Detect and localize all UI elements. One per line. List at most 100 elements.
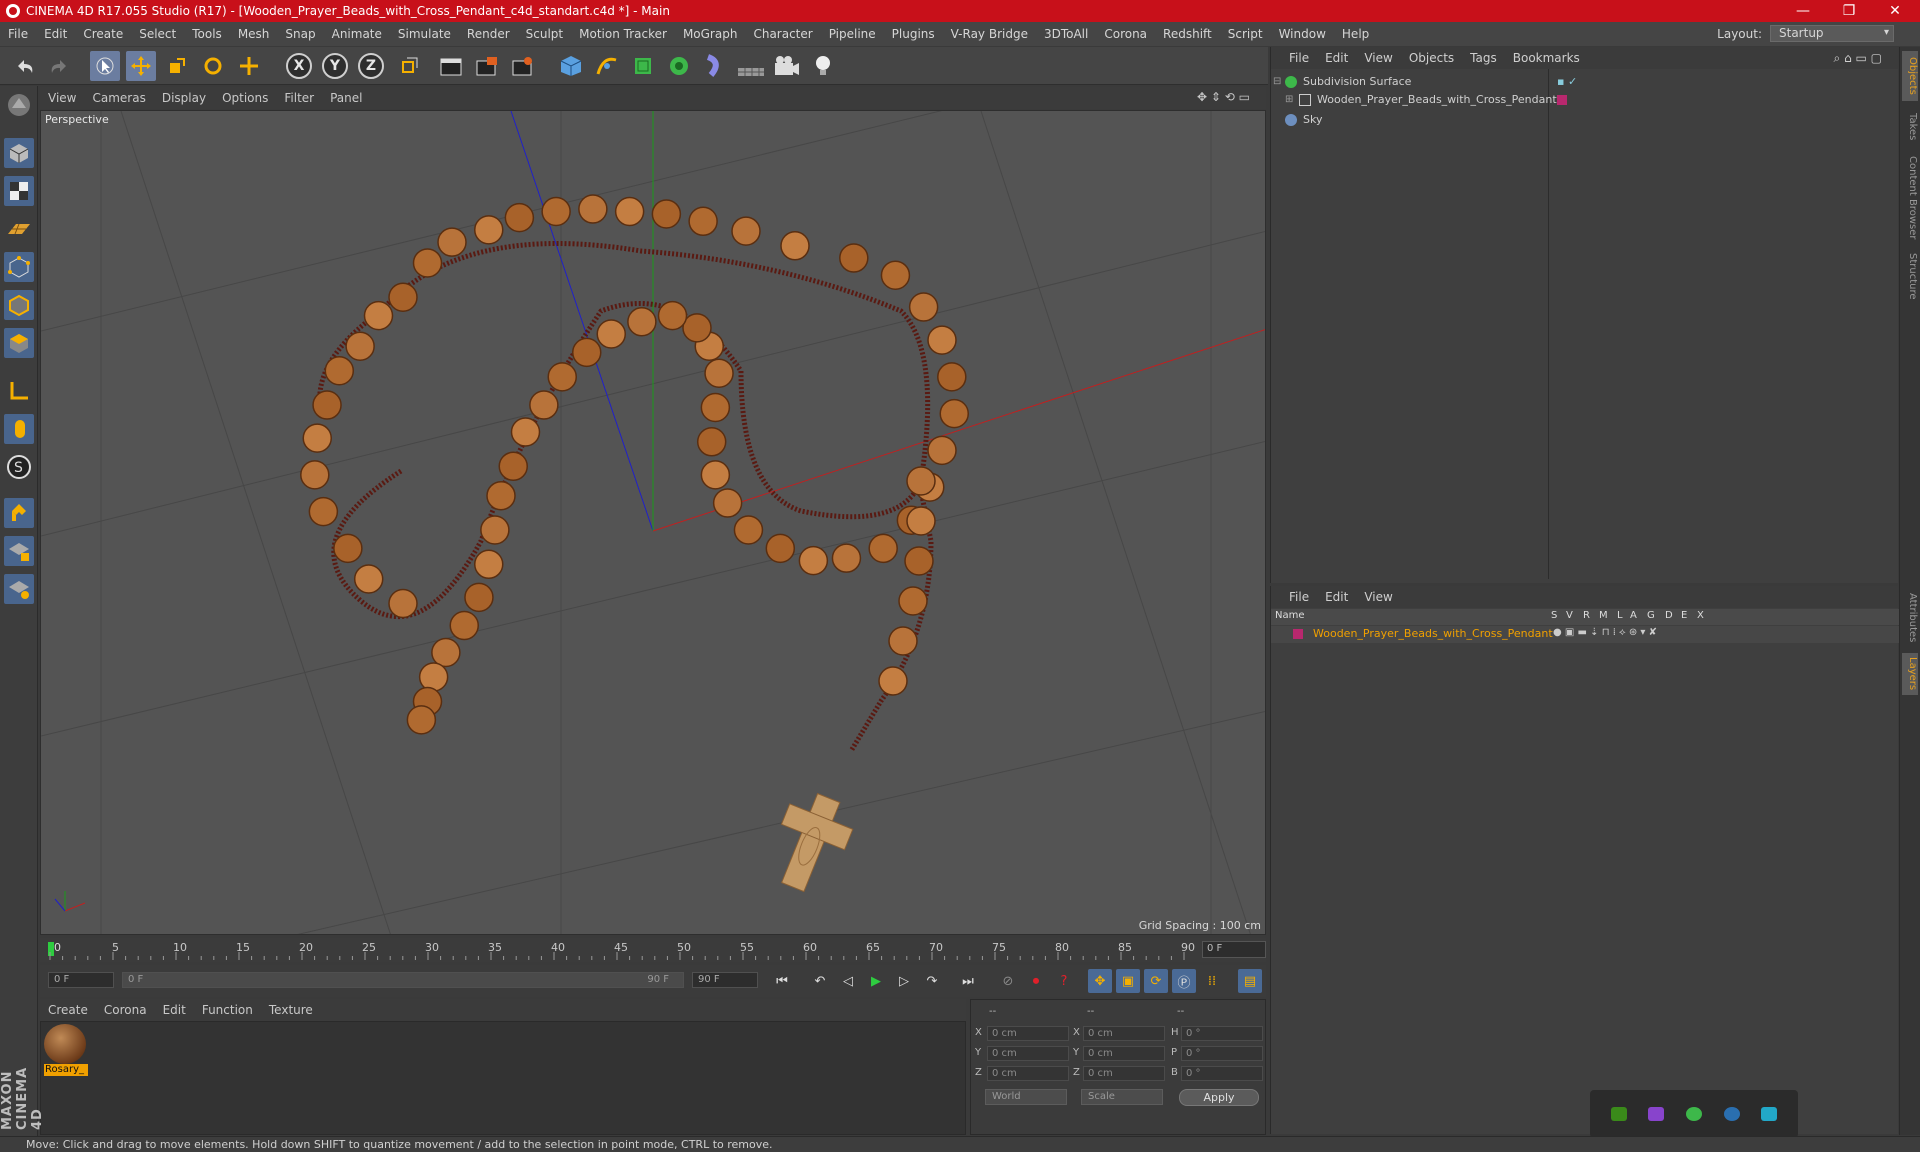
render-picture-viewer-icon[interactable] xyxy=(472,51,502,81)
cloner-icon[interactable] xyxy=(664,51,694,81)
rot-p-field[interactable]: 0 ° xyxy=(1181,1046,1263,1061)
menu-character[interactable]: Character xyxy=(745,27,820,41)
undo-icon[interactable] xyxy=(10,51,40,81)
layout-dropdown[interactable]: Startup xyxy=(1770,25,1894,42)
menu-snap[interactable]: Snap xyxy=(277,27,323,41)
floor-scene-icon[interactable] xyxy=(736,51,766,81)
perspective-viewport[interactable]: Perspective Grid Spacing : 100 cm xyxy=(40,110,1266,935)
menu-render[interactable]: Render xyxy=(459,27,518,41)
objmgr-menu-objects[interactable]: Objects xyxy=(1401,51,1462,65)
app-tray-icon[interactable] xyxy=(1648,1107,1665,1121)
viewport-navigation-icons[interactable]: ✥ ⇕ ⟲ ▭ xyxy=(1189,90,1258,104)
key-pla-icon[interactable]: ⁞⁞ xyxy=(1200,969,1224,993)
pos-x-field[interactable]: 0 cm xyxy=(987,1026,1069,1041)
objmgr-menu-bookmarks[interactable]: Bookmarks xyxy=(1505,51,1588,65)
workplane-lock-icon[interactable] xyxy=(4,536,34,566)
next-key-icon[interactable]: ↷ xyxy=(920,969,944,993)
redo-icon[interactable] xyxy=(44,51,74,81)
transform-mode-dropdown[interactable]: Scale xyxy=(1081,1089,1163,1105)
objmgr-menu-edit[interactable]: Edit xyxy=(1317,51,1356,65)
x-axis-lock-button[interactable]: X xyxy=(286,53,312,79)
polygons-mode-icon[interactable] xyxy=(4,328,34,358)
menu-tools[interactable]: Tools xyxy=(184,27,230,41)
menu-help[interactable]: Help xyxy=(1334,27,1377,41)
pos-z-field[interactable]: 0 cm xyxy=(987,1066,1069,1081)
transform-tool-icon[interactable] xyxy=(234,51,264,81)
select-tool-icon[interactable] xyxy=(90,51,120,81)
menu-mesh[interactable]: Mesh xyxy=(230,27,278,41)
tab-content-browser[interactable]: Content Browser xyxy=(1902,151,1918,245)
viewport-menu-filter[interactable]: Filter xyxy=(276,91,322,105)
menu-vray-bridge[interactable]: V-Ray Bridge xyxy=(943,27,1036,41)
coordinate-system-icon[interactable] xyxy=(394,51,424,81)
texture-mode-icon[interactable] xyxy=(4,176,34,206)
object-row-sky[interactable]: Sky xyxy=(1273,110,1887,129)
next-frame-icon[interactable]: ▷ xyxy=(892,969,916,993)
workplane-mode-icon[interactable] xyxy=(4,214,34,244)
frame-range-slider[interactable]: 0 F 90 F xyxy=(122,972,684,988)
visibility-toggle-icon[interactable]: ▪ ✓ xyxy=(1557,75,1577,88)
play-icon[interactable]: ▶ xyxy=(864,969,888,993)
size-z-field[interactable]: 0 cm xyxy=(1083,1066,1165,1081)
object-row-prayer-beads[interactable]: ⊞ Wooden_Prayer_Beads_with_Cross_Pendant xyxy=(1273,90,1887,109)
go-to-start-icon[interactable]: ⏮ xyxy=(770,969,794,993)
viewport-menu-view[interactable]: View xyxy=(40,91,84,105)
objmgr-menu-view[interactable]: View xyxy=(1356,51,1400,65)
material-menu-texture[interactable]: Texture xyxy=(261,1003,321,1017)
material-menu-create[interactable]: Create xyxy=(40,1003,96,1017)
model-mode-icon[interactable] xyxy=(4,138,34,168)
layermgr-menu-file[interactable]: File xyxy=(1281,590,1317,604)
menu-select[interactable]: Select xyxy=(131,27,184,41)
menu-mograph[interactable]: MoGraph xyxy=(675,27,746,41)
magnet-icon[interactable] xyxy=(4,498,34,528)
tab-layers[interactable]: Layers xyxy=(1902,653,1918,695)
edges-mode-icon[interactable] xyxy=(4,290,34,320)
menu-script[interactable]: Script xyxy=(1220,27,1271,41)
record-keys-icon[interactable]: ⊘ xyxy=(996,969,1020,993)
planar-workplane-icon[interactable] xyxy=(4,574,34,604)
spline-pen-icon[interactable] xyxy=(592,51,622,81)
autokey-icon[interactable]: ⏺ xyxy=(1024,969,1048,993)
material-menu-corona[interactable]: Corona xyxy=(96,1003,155,1017)
object-row-subdivision-surface[interactable]: ⊟ Subdivision Surface ▪ ✓ xyxy=(1273,72,1887,91)
previous-key-icon[interactable]: ↶ xyxy=(808,969,832,993)
y-axis-lock-button[interactable]: Y xyxy=(322,53,348,79)
cube-primitive-icon[interactable] xyxy=(556,51,586,81)
menu-plugins[interactable]: Plugins xyxy=(884,27,943,41)
close-button[interactable]: ✕ xyxy=(1872,0,1918,22)
layer-color-swatch[interactable] xyxy=(1293,629,1303,639)
viewport-menu-cameras[interactable]: Cameras xyxy=(84,91,153,105)
size-y-field[interactable]: 0 cm xyxy=(1083,1046,1165,1061)
menu-pipeline[interactable]: Pipeline xyxy=(821,27,884,41)
menu-file[interactable]: File xyxy=(0,27,36,41)
layermgr-menu-edit[interactable]: Edit xyxy=(1317,590,1356,604)
rot-b-field[interactable]: 0 ° xyxy=(1181,1066,1263,1081)
expand-icon[interactable]: ⊞ xyxy=(1285,94,1299,105)
snap-icon[interactable]: S xyxy=(4,452,34,482)
deformer-icon[interactable] xyxy=(700,51,730,81)
material-swatch[interactable]: Rosary_ xyxy=(44,1024,88,1076)
apply-button[interactable]: Apply xyxy=(1179,1089,1259,1106)
tab-attributes[interactable]: Attributes xyxy=(1902,587,1918,649)
previous-frame-icon[interactable]: ◁ xyxy=(836,969,860,993)
pos-y-field[interactable]: 0 cm xyxy=(987,1046,1069,1061)
nvidia-icon[interactable] xyxy=(1610,1107,1627,1121)
menu-3dtoall[interactable]: 3DToAll xyxy=(1036,27,1096,41)
key-scale-icon[interactable]: ▣ xyxy=(1116,969,1140,993)
material-menu-function[interactable]: Function xyxy=(194,1003,261,1017)
move-tool-icon[interactable] xyxy=(126,51,156,81)
tab-structure[interactable]: Structure xyxy=(1902,249,1918,303)
material-menu-edit[interactable]: Edit xyxy=(155,1003,194,1017)
menu-create[interactable]: Create xyxy=(75,27,131,41)
layermgr-menu-view[interactable]: View xyxy=(1356,590,1400,604)
objmgr-search-icon[interactable]: ⌕ ⌂ ▭ ▢ xyxy=(1826,51,1890,66)
go-to-end-icon[interactable]: ⏭ xyxy=(956,969,980,993)
current-frame-field[interactable]: 0 F xyxy=(1202,941,1266,958)
size-x-field[interactable]: 0 cm xyxy=(1083,1026,1165,1041)
objmgr-menu-tags[interactable]: Tags xyxy=(1462,51,1505,65)
rotate-tool-icon[interactable] xyxy=(198,51,228,81)
menu-animate[interactable]: Animate xyxy=(324,27,390,41)
viewport-menu-panel[interactable]: Panel xyxy=(322,91,370,105)
layer-toggle-icons[interactable]: ● ▣ ▬ ⇣ ⊓ ⁞ ⟡ ⊛ ▾ ✘ xyxy=(1553,627,1657,638)
viewport-menu-display[interactable]: Display xyxy=(154,91,214,105)
